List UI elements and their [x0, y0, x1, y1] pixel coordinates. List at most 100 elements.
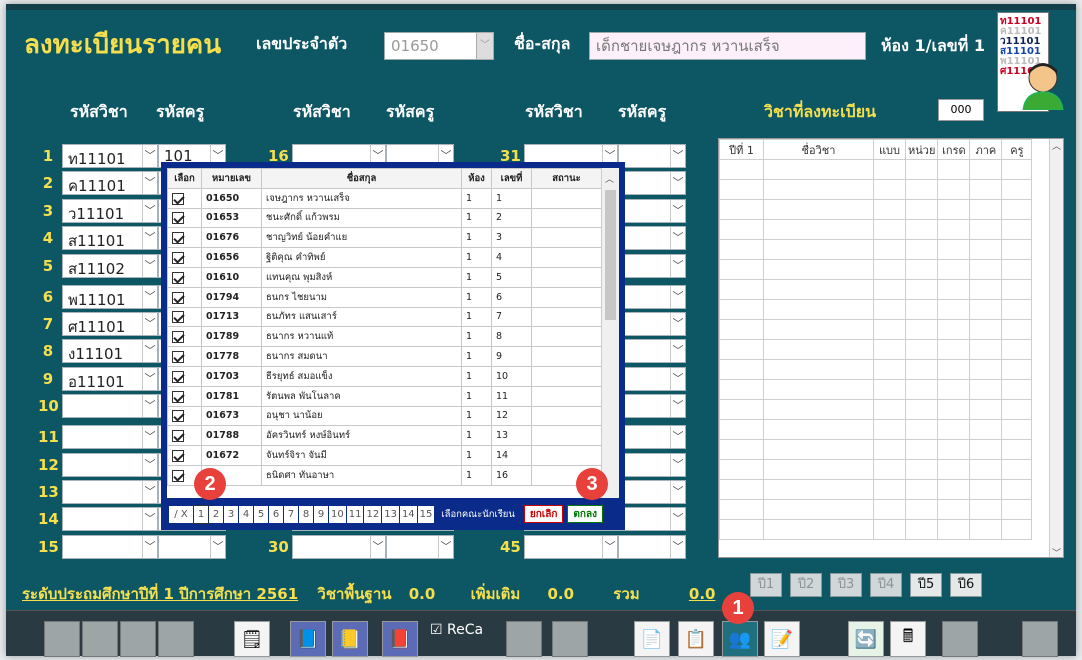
table-row[interactable] — [719, 199, 1033, 220]
code-select[interactable]: ﹀ — [618, 425, 686, 450]
chevron-down-icon[interactable]: ﹀ — [670, 367, 685, 390]
chevron-down-icon[interactable]: ﹀ — [670, 145, 685, 167]
chevron-down-icon[interactable]: ﹀ — [142, 199, 157, 222]
select-cell[interactable] — [167, 187, 202, 209]
select-cell[interactable] — [167, 207, 202, 229]
notebook-2-icon[interactable]: 📒 — [332, 621, 368, 657]
subject-code-select[interactable]: ค11101 ﹀ — [62, 171, 158, 196]
year-button[interactable]: ปี1 — [750, 573, 782, 597]
student-row[interactable]: 01794 ธนกร ไชยนาม 1 6 — [167, 286, 601, 308]
page-button[interactable]: 8 — [299, 505, 313, 523]
chevron-down-icon[interactable]: ﹀ — [142, 285, 157, 308]
select-cell[interactable] — [167, 385, 202, 407]
checkbox-checked-icon[interactable] — [172, 252, 184, 265]
right-table-scrollbar[interactable]: ︿ ﹀ — [1049, 139, 1063, 557]
chevron-down-icon[interactable]: ﹀ — [670, 535, 685, 558]
notebook-icon[interactable]: 📘 — [290, 621, 326, 657]
chevron-down-icon[interactable]: ﹀ — [142, 172, 157, 195]
select-cell[interactable] — [167, 365, 202, 387]
code-select[interactable]: ﹀ — [618, 284, 686, 309]
column-header[interactable]: ปีที่ 1 — [719, 139, 764, 160]
column-header[interactable]: แบบ — [873, 139, 906, 160]
toolbar-slot-7[interactable] — [942, 621, 978, 657]
student-id-dropdown-icon[interactable]: ﹀ — [476, 32, 494, 60]
students-group-icon[interactable]: 👥 — [722, 621, 758, 657]
column-header[interactable]: ห้อง — [461, 168, 492, 189]
table-row[interactable] — [719, 239, 1033, 260]
form-icon[interactable]: 🗒 — [234, 621, 270, 657]
page-button[interactable]: 15 — [417, 505, 435, 523]
code-select[interactable]: ﹀ — [618, 312, 686, 336]
chevron-down-icon[interactable]: ﹀ — [670, 285, 685, 308]
student-row[interactable]: 01713 ธนภัทร แสนเสาร์ 1 7 — [167, 306, 601, 328]
select-cell[interactable] — [167, 326, 202, 348]
paste-icon[interactable]: 📋 — [678, 621, 714, 657]
select-cell[interactable] — [167, 425, 202, 447]
select-cell[interactable] — [167, 306, 202, 328]
code-select[interactable]: ﹀ — [524, 534, 618, 559]
select-cell[interactable] — [167, 445, 202, 466]
scroll-thumb[interactable] — [605, 190, 616, 320]
year-button[interactable]: ปี5 — [910, 573, 942, 597]
checkbox-checked-icon[interactable] — [172, 370, 184, 383]
chevron-down-icon[interactable]: ﹀ — [670, 172, 685, 195]
chevron-down-icon[interactable]: ﹀ — [670, 508, 685, 531]
subject-code-select[interactable]: ส11102 ﹀ — [62, 253, 158, 278]
toolbar-slot-4[interactable] — [158, 621, 194, 657]
chevron-down-icon[interactable]: ﹀ — [142, 313, 157, 335]
chevron-down-icon[interactable]: ﹀ — [670, 340, 685, 363]
chevron-down-icon[interactable]: ﹀ — [142, 426, 157, 449]
table-row[interactable] — [719, 219, 1033, 240]
chevron-down-icon[interactable]: ﹀ — [670, 426, 685, 449]
recalc-checkbox[interactable]: ☑ ReCa — [430, 622, 483, 638]
refresh-icon[interactable]: 🔄 — [848, 621, 884, 657]
year-button[interactable]: ปี4 — [870, 573, 902, 597]
chevron-down-icon[interactable]: ﹀ — [142, 453, 157, 476]
code-select[interactable]: ﹀ — [618, 452, 686, 477]
table-row[interactable] — [719, 479, 1033, 500]
table-row[interactable] — [719, 399, 1033, 420]
toolbar-slot-8[interactable] — [1022, 621, 1058, 657]
code-select[interactable]: ﹀ — [618, 339, 686, 364]
table-row[interactable] — [719, 259, 1033, 280]
student-row[interactable]: 01650 เจษฎากร หวานเสร็จ 1 1 — [167, 187, 601, 209]
page-button[interactable]: 11 — [346, 505, 364, 523]
copy-icon[interactable]: 📄 — [634, 621, 670, 657]
checkbox-checked-icon[interactable] — [172, 469, 184, 482]
table-row[interactable] — [719, 459, 1033, 480]
code-select[interactable]: ﹀ — [618, 171, 686, 196]
chevron-down-icon[interactable]: ﹀ — [142, 367, 157, 390]
subject-code-select[interactable]: ส11101 ﹀ — [62, 226, 158, 251]
toolbar-slot-1[interactable] — [44, 621, 80, 657]
subject-code-select[interactable]: ﹀ — [62, 534, 158, 559]
code-select[interactable]: ﹀ — [386, 534, 454, 559]
subject-code-select[interactable]: ﹀ — [62, 425, 158, 450]
chevron-down-icon[interactable]: ﹀ — [670, 227, 685, 250]
select-cell[interactable] — [167, 346, 202, 367]
table-row[interactable] — [719, 439, 1033, 460]
column-header[interactable]: สถานะ — [531, 168, 601, 189]
student-row[interactable]: 01789 ธนากร หวานแท้ 1 8 — [167, 326, 601, 348]
table-row[interactable] — [719, 339, 1033, 360]
toolbar-slot-2[interactable] — [82, 621, 118, 657]
name-input[interactable]: เด็กชายเจษฎากร หวานเสร็จ — [589, 32, 866, 60]
page-button[interactable]: 7 — [284, 505, 298, 523]
select-cell[interactable] — [167, 227, 202, 249]
chevron-down-icon[interactable]: ﹀ — [142, 340, 157, 363]
code-select[interactable]: ﹀ — [618, 534, 686, 559]
chevron-down-icon[interactable]: ﹀ — [602, 535, 617, 558]
student-row[interactable]: 01676 ชาญวิทย์ น้อยคำแย 1 3 — [167, 227, 601, 249]
teacher-code-select[interactable]: ﹀ — [158, 534, 226, 559]
code-select[interactable]: ﹀ — [618, 198, 686, 223]
chevron-down-icon[interactable]: ﹀ — [142, 254, 157, 277]
chevron-down-icon[interactable]: ﹀ — [142, 508, 157, 531]
select-cell[interactable] — [167, 405, 202, 427]
subject-code-select[interactable]: อ11101 ﹀ — [62, 366, 158, 391]
checkbox-checked-icon[interactable] — [172, 430, 184, 443]
checkbox-checked-icon[interactable] — [172, 351, 184, 364]
page-button[interactable]: 6 — [269, 505, 283, 523]
chevron-down-icon[interactable]: ﹀ — [438, 535, 453, 558]
calculator-icon[interactable]: 🖩 — [890, 621, 926, 657]
chevron-down-icon[interactable]: ﹀ — [670, 199, 685, 222]
code-select[interactable]: ﹀ — [618, 480, 686, 504]
